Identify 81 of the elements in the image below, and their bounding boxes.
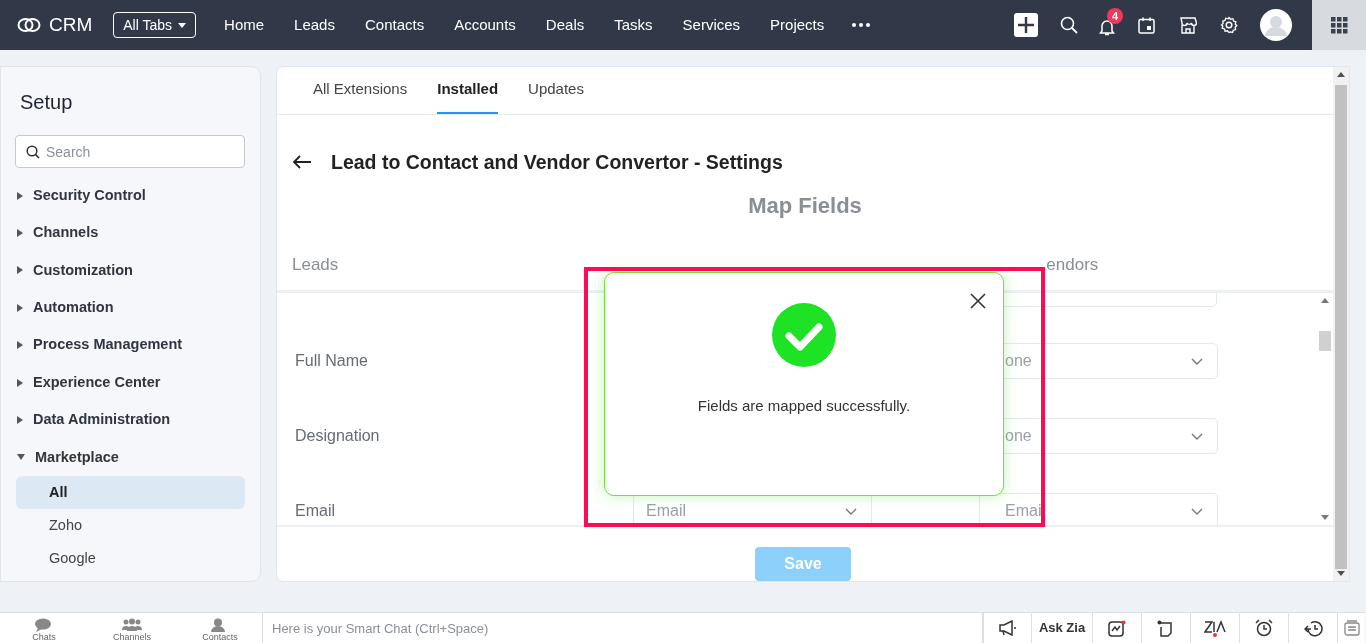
smart-chat-field[interactable]: Here is your Smart Chat (Ctrl+Space) bbox=[262, 612, 983, 643]
nav-tab[interactable]: Deals bbox=[545, 13, 585, 37]
bottom-tab[interactable]: Contacts bbox=[176, 612, 264, 643]
chevron-down-icon[interactable] bbox=[845, 507, 857, 515]
calendar-icon[interactable] bbox=[1138, 16, 1155, 34]
search-field[interactable]: Search bbox=[15, 135, 245, 168]
caret-right-icon[interactable] bbox=[17, 191, 23, 200]
sidebar-title: Setup bbox=[20, 90, 74, 115]
chevron-down-icon[interactable] bbox=[1191, 357, 1203, 365]
extension-tab[interactable]: Installed bbox=[437, 67, 499, 114]
sidebar-subitem[interactable]: Google bbox=[16, 542, 245, 576]
caret-right-icon[interactable] bbox=[17, 303, 23, 312]
add-icon[interactable] bbox=[1014, 13, 1038, 37]
section-title: Map Fields bbox=[748, 193, 862, 219]
page-title: Lead to Contact and Vendor Convertor - Settings bbox=[331, 149, 783, 175]
nav-tab[interactable]: Contacts bbox=[364, 13, 425, 37]
zia-icon[interactable] bbox=[1190, 612, 1239, 643]
field-label: Full Name bbox=[295, 351, 369, 372]
nav-tab[interactable]: Home bbox=[224, 13, 265, 37]
settings-icon[interactable] bbox=[1220, 16, 1238, 34]
sidebar-item[interactable]: Data Administration bbox=[1, 401, 260, 439]
caret-right-icon[interactable] bbox=[17, 416, 23, 425]
megaphone-icon[interactable] bbox=[983, 612, 1031, 643]
app-name[interactable]: CRM bbox=[49, 10, 93, 40]
success-message: Fields are mapped successfully. bbox=[697, 396, 911, 416]
bottom-tab[interactable]: Channels bbox=[88, 612, 176, 643]
nav-tab[interactable]: Projects bbox=[770, 13, 825, 37]
apps-button[interactable] bbox=[1312, 0, 1366, 50]
back-arrow-icon[interactable] bbox=[292, 155, 312, 170]
close-button[interactable] bbox=[970, 293, 986, 309]
sidebar-item[interactable]: Security Control bbox=[1, 177, 260, 215]
caret-right-icon[interactable] bbox=[17, 266, 23, 275]
search-icon[interactable] bbox=[26, 145, 40, 159]
scrollbar[interactable] bbox=[1333, 67, 1349, 581]
grid-icon[interactable] bbox=[1330, 16, 1348, 34]
caret-down-icon[interactable] bbox=[17, 454, 25, 461]
all-tabs-button[interactable]: All Tabs bbox=[113, 12, 197, 38]
caret-right-icon[interactable] bbox=[17, 229, 23, 238]
caret-right-icon[interactable] bbox=[17, 378, 23, 387]
sidebar-subitem[interactable]: All bbox=[16, 476, 245, 510]
bell-icon[interactable] bbox=[1099, 18, 1115, 36]
bottom-tab[interactable]: Chats bbox=[0, 612, 88, 643]
speech-bubble-icon[interactable] bbox=[34, 618, 54, 632]
history-icon[interactable] bbox=[1288, 612, 1337, 643]
extension-tab[interactable]: All Extensions bbox=[313, 67, 408, 114]
scroll-thumb[interactable] bbox=[1319, 330, 1331, 351]
scroll-up-icon[interactable] bbox=[1321, 296, 1329, 303]
nav-tab[interactable]: Services bbox=[682, 13, 741, 37]
sidebar-item[interactable]: Marketplace bbox=[1, 438, 260, 477]
note-icon[interactable] bbox=[1141, 612, 1190, 643]
people-icon[interactable] bbox=[122, 618, 142, 632]
column-header: Leads bbox=[292, 254, 339, 277]
field-label: Designation bbox=[295, 426, 381, 447]
notification-badge: 4 bbox=[1107, 8, 1123, 24]
scroll-down-icon[interactable] bbox=[1337, 571, 1345, 577]
nav-tab[interactable]: Accounts bbox=[454, 13, 516, 37]
sidebar-item[interactable]: Customization bbox=[1, 251, 260, 290]
chevron-down-icon[interactable] bbox=[1191, 507, 1203, 515]
caret-right-icon[interactable] bbox=[17, 341, 23, 350]
avatar-icon[interactable] bbox=[1260, 9, 1292, 41]
logo-icon[interactable] bbox=[17, 16, 41, 34]
sidebar-item[interactable]: Automation bbox=[1, 289, 260, 327]
nav-tab[interactable]: Leads bbox=[294, 13, 335, 37]
chevron-down-icon[interactable] bbox=[1191, 432, 1203, 440]
more-icon[interactable] bbox=[852, 23, 871, 27]
sidebar-item[interactable]: Channels bbox=[1, 214, 260, 252]
column-header: endors bbox=[1046, 254, 1099, 277]
scroll-down-icon[interactable] bbox=[1321, 515, 1329, 521]
extension-tab[interactable]: Updates bbox=[528, 67, 584, 114]
alarm-clock-icon[interactable] bbox=[1239, 612, 1288, 643]
nav-tab[interactable]: Tasks bbox=[614, 13, 653, 37]
sidebar-item[interactable]: Experience Center bbox=[1, 363, 260, 402]
field-label: Email bbox=[295, 501, 336, 522]
ask-zia-button[interactable]: Ask Zia bbox=[1031, 612, 1092, 643]
success-check-icon[interactable] bbox=[772, 303, 836, 367]
analytics-icon[interactable] bbox=[1092, 612, 1141, 643]
sidebar-subitem[interactable]: Zoho bbox=[16, 509, 245, 543]
store-icon[interactable] bbox=[1179, 16, 1197, 34]
search-icon[interactable] bbox=[1060, 16, 1078, 34]
sidebar-item[interactable]: Process Management bbox=[1, 326, 260, 364]
caret-icon[interactable] bbox=[178, 22, 187, 28]
